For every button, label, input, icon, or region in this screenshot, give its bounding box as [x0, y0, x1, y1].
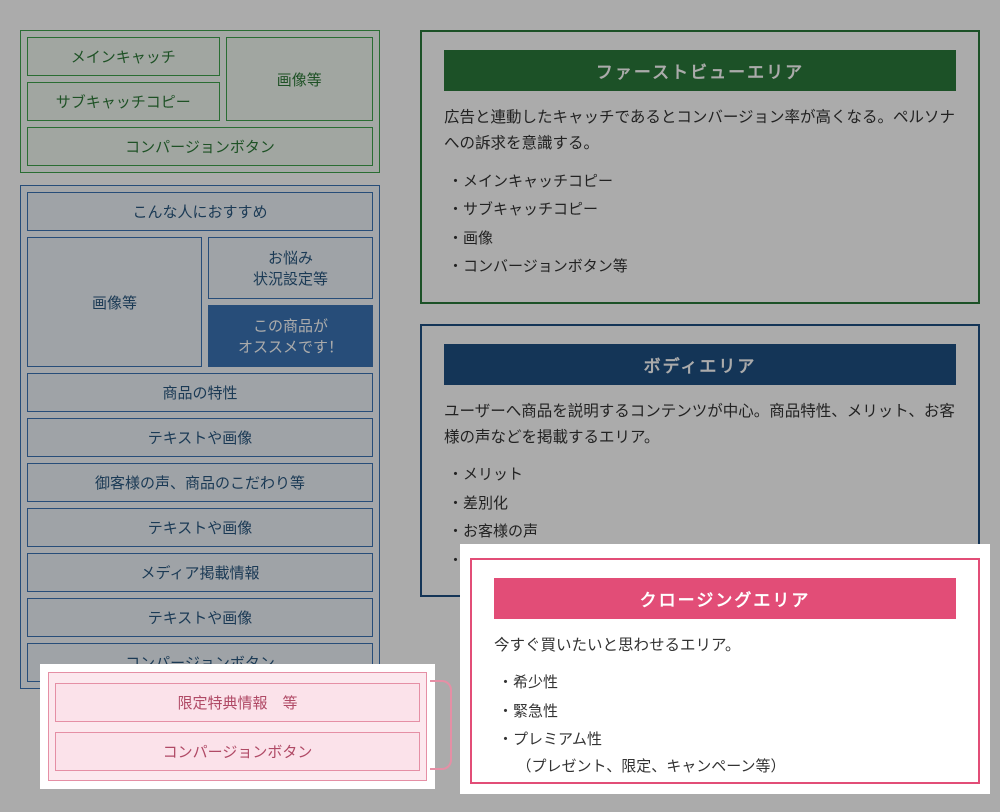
bracket-connector-icon — [430, 680, 452, 770]
panel-firstview-list: メインキャッチコピー サブキャッチコピー 画像 コンバージョンボタン等 — [444, 168, 956, 282]
panel-firstview-desc: 広告と連動したキャッチであるとコンバージョン率が高くなる。ペルソナへの訴求を意識… — [444, 105, 956, 158]
cell-closing-cv-button: コンパージョンボタン — [55, 732, 420, 771]
cell-recommend: こんな人におすすめ — [27, 192, 373, 231]
cell-limited: 限定特典情報 等 — [55, 683, 420, 722]
cell-media: メディア掲載情報 — [27, 553, 373, 592]
panel-body-title: ボディエリア — [444, 344, 956, 385]
cell-problem: お悩み 状況設定等 — [208, 237, 373, 299]
highlight-closing-wire: 限定特典情報 等 コンパージョンボタン — [40, 664, 435, 789]
panel-firstview-title: ファーストビューエリア — [444, 50, 956, 91]
cell-text-image-2: テキストや画像 — [27, 508, 373, 547]
panel-closing: クロージングエリア 今すぐ買いたいと思わせるエリア。 希少性 緊急性 プレミアム… — [470, 558, 980, 784]
panel-firstview: ファーストビューエリア 広告と連動したキャッチであるとコンバージョン率が高くなる… — [420, 30, 980, 304]
panel-closing-list: 希少性 緊急性 プレミアム性 — [494, 669, 956, 755]
list-item: サブキャッチコピー — [448, 196, 956, 225]
list-item: プレミアム性 — [498, 726, 956, 755]
cell-sub-catch: サブキャッチコピー — [27, 82, 220, 121]
closing-wire-group: 限定特典情報 等 コンパージョンボタン — [48, 672, 427, 781]
list-item: 画像 — [448, 225, 956, 254]
cell-main-catch: メインキャッチ — [27, 37, 220, 76]
list-item: メインキャッチコピー — [448, 168, 956, 197]
list-item: 差別化 — [448, 490, 956, 519]
list-item: メリット — [448, 461, 956, 490]
cell-fv-cv-button: コンパージョンボタン — [27, 127, 373, 166]
cell-text-image-3: テキストや画像 — [27, 598, 373, 637]
cell-text-image-1: テキストや画像 — [27, 418, 373, 457]
cell-fv-image: 画像等 — [226, 37, 374, 121]
cell-this-product: この商品が オススメです！ — [208, 305, 373, 367]
body-wire-group: こんな人におすすめ 画像等 お悩み 状況設定等 この商品が オススメです！ 商品… — [20, 185, 380, 689]
list-item: 緊急性 — [498, 698, 956, 727]
cell-feature: 商品の特性 — [27, 373, 373, 412]
panel-closing-desc: 今すぐ買いたいと思わせるエリア。 — [494, 633, 956, 659]
list-item: コンバージョンボタン等 — [448, 253, 956, 282]
panel-body-desc: ユーザーへ商品を説明するコンテンツが中心。商品特性、メリット、お客様の声などを掲… — [444, 399, 956, 452]
panel-closing-title: クロージングエリア — [494, 578, 956, 619]
panel-closing-note: （プレゼント、限定、キャンペーン等） — [494, 755, 956, 776]
list-item: 希少性 — [498, 669, 956, 698]
highlight-closing-panel: クロージングエリア 今すぐ買いたいと思わせるエリア。 希少性 緊急性 プレミアム… — [460, 544, 990, 794]
cell-body-image: 画像等 — [27, 237, 202, 367]
firstview-wire-group: メインキャッチ サブキャッチコピー 画像等 コンパージョンボタン — [20, 30, 380, 173]
cell-voice: 御客様の声、商品のこだわり等 — [27, 463, 373, 502]
list-item: お客様の声 — [448, 518, 956, 547]
